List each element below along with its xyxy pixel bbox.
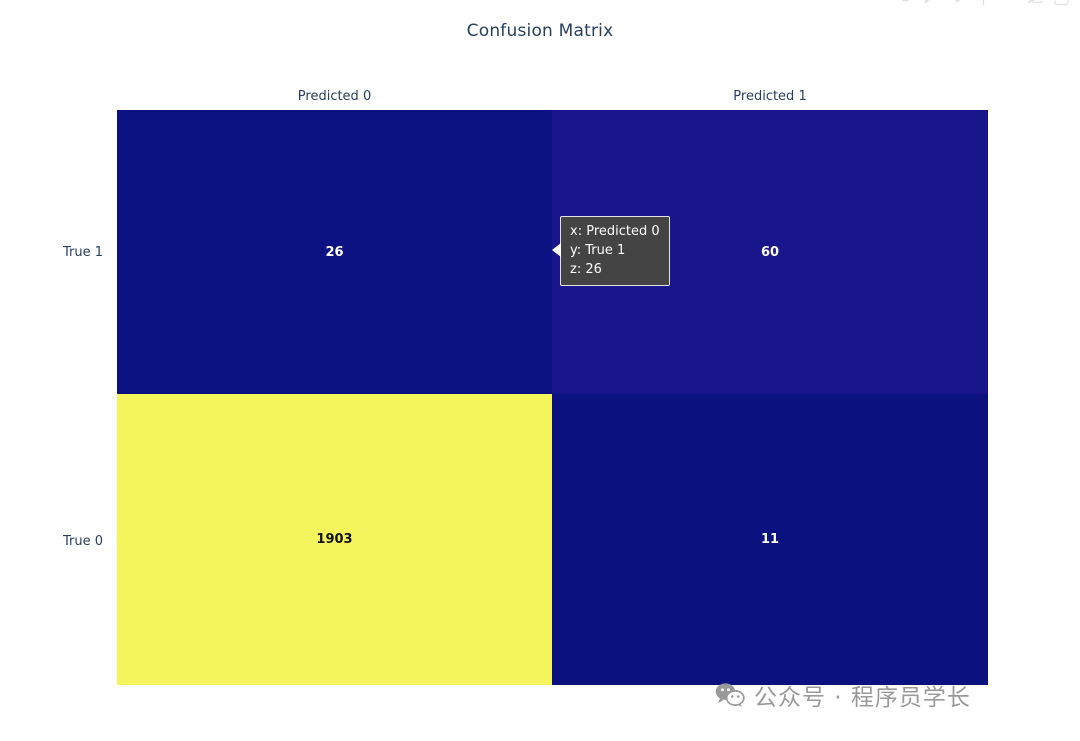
tooltip-x-value: x: Predicted 0 <box>570 224 660 239</box>
y-tick-label-true-1: True 1 <box>62 245 103 260</box>
cell-value: 26 <box>325 244 344 260</box>
heatmap-cell-true1-predicted0[interactable]: 26 <box>117 110 552 394</box>
tooltip-y-value: y: True 1 <box>570 243 626 258</box>
watermark: 公众号 · 程序员学长 <box>715 678 971 712</box>
tooltip-arrow-icon <box>552 243 561 257</box>
x-tick-label-predicted-1: Predicted 1 <box>733 89 807 104</box>
heatmap-grid: 26 60 1903 11 <box>117 110 988 685</box>
zoom-in-icon[interactable] <box>975 0 992 5</box>
reset-axes-icon[interactable] <box>1053 0 1070 5</box>
wechat-icon <box>715 683 745 707</box>
chart-title: Confusion Matrix <box>466 21 614 41</box>
camera-icon[interactable] <box>897 0 914 5</box>
heatmap-cell-true0-predicted1[interactable]: 11 <box>552 394 988 685</box>
plotly-modebar[interactable] <box>897 0 1070 5</box>
zoom-out-icon[interactable] <box>1001 0 1018 5</box>
cell-value: 60 <box>760 244 780 260</box>
cell-value: 1903 <box>316 532 353 547</box>
cell-value: 11 <box>760 532 780 547</box>
pan-icon[interactable] <box>949 0 966 5</box>
tooltip-z-value: z: 26 <box>570 262 602 277</box>
hover-tooltip: x: Predicted 0 y: True 1 z: 26 <box>552 216 670 286</box>
autoscale-icon[interactable] <box>1027 0 1044 5</box>
plotly-chart-container: Confusion Matrix Predicted 0 Predicted 1… <box>0 0 1080 741</box>
x-tick-label-predicted-0: Predicted 0 <box>297 89 372 104</box>
y-tick-label-true-0: True 0 <box>62 534 103 549</box>
heatmap-cell-true0-predicted0[interactable]: 1903 <box>117 394 552 685</box>
zoom-icon[interactable] <box>923 0 940 5</box>
watermark-text: 公众号 · 程序员学长 <box>754 685 971 711</box>
